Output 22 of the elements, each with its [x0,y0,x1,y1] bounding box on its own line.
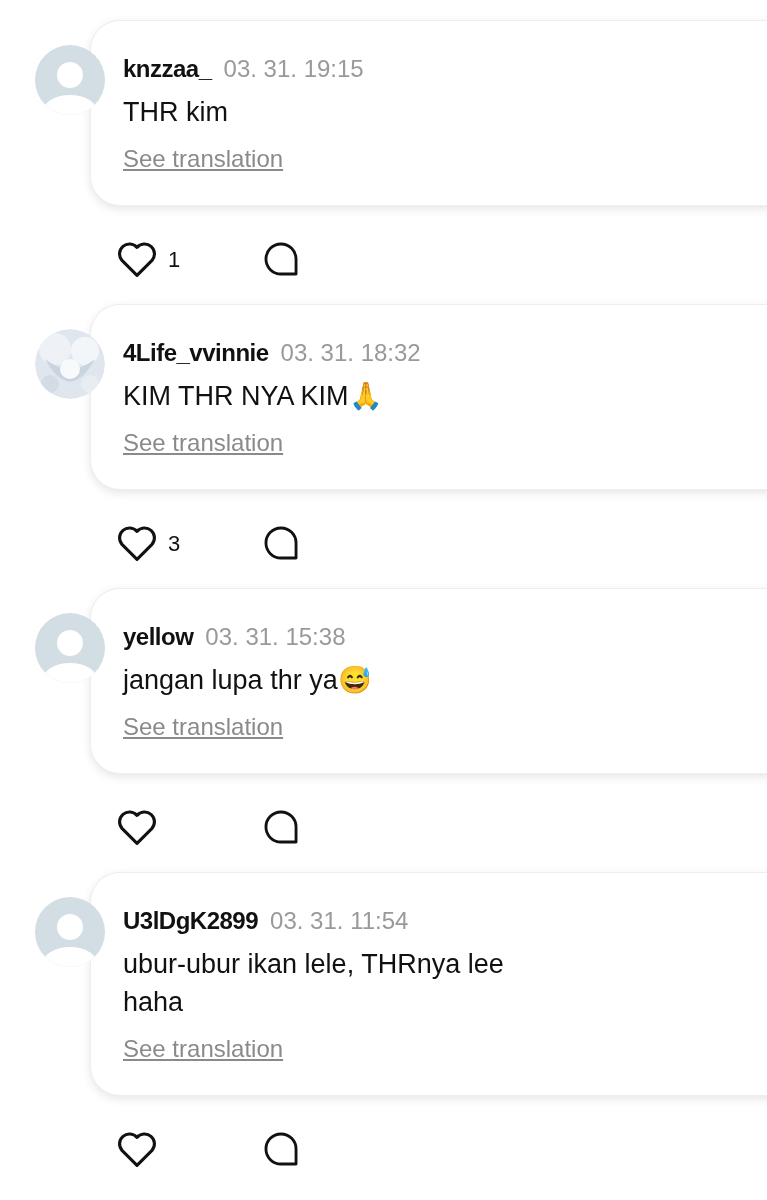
comment-text: ubur-ubur ikan lele, THRnya lee haha [123,948,505,1019]
username[interactable]: 4Life_vvinnie [123,335,269,371]
comment-text: jangan lupa thr ya😅 [123,664,373,697]
comment-time: 03. 31. 19:15 [223,54,364,84]
username[interactable]: knzzaa_ [123,51,212,87]
heart-icon[interactable] [116,1130,158,1168]
like-count: 3 [168,529,181,558]
reply-icon[interactable] [262,240,300,278]
username[interactable]: U3lDgK2899 [123,903,259,939]
heart-icon[interactable] [116,524,158,562]
reply-icon[interactable] [262,808,300,846]
like-count: 1 [168,245,181,274]
reply-icon[interactable] [262,524,300,562]
heart-icon[interactable] [116,808,158,846]
reply-icon[interactable] [262,1130,300,1168]
username[interactable]: yellow [123,619,194,655]
comment-text: THR kim [123,96,229,129]
comment-time: 03. 31. 15:38 [205,622,346,652]
comment-text: KIM THR NYA KIM🙏 [123,380,384,413]
comment-time: 03. 31. 11:54 [270,906,409,936]
heart-icon[interactable] [116,240,158,278]
comment-time: 03. 31. 18:32 [280,338,421,368]
